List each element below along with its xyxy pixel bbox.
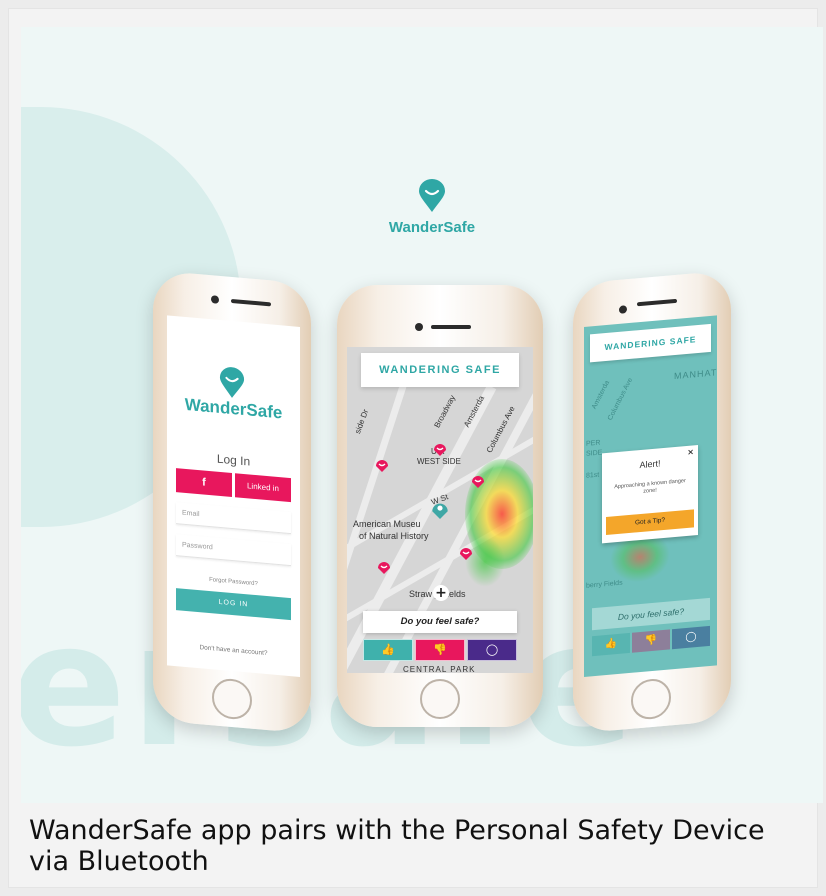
danger-marker-icon[interactable]: [433, 441, 447, 457]
thumbs-down-icon: 👎: [433, 643, 447, 656]
home-button: [420, 679, 460, 719]
map-neighborhood-label: SIDE: [586, 449, 603, 458]
home-button: [212, 677, 252, 721]
login-screen: WanderSafe Log In f Linked in Email Pass…: [167, 315, 300, 677]
thumbs-up-button[interactable]: 👍: [592, 632, 630, 657]
danger-marker-icon[interactable]: [377, 559, 391, 575]
front-camera: [619, 305, 627, 314]
location-pin-icon: [219, 367, 245, 398]
map-place-label: berry Fields: [586, 579, 623, 590]
thumbs-down-icon: 👎: [644, 634, 658, 647]
thumbs-down-button[interactable]: 👎: [415, 639, 465, 661]
thumbs-down-button[interactable]: 👎: [632, 629, 670, 653]
front-camera: [211, 295, 219, 304]
map-place-label: American Museu: [353, 519, 421, 529]
map-street-label: Amsterda: [590, 379, 612, 411]
comment-button[interactable]: ◯: [467, 639, 517, 661]
danger-marker-icon[interactable]: [459, 545, 473, 561]
location-pin-icon: [419, 179, 445, 212]
add-report-button[interactable]: +: [433, 585, 449, 601]
map-neighborhood-label: WEST SIDE: [417, 457, 461, 466]
brand-logo: WanderSafe: [377, 179, 487, 236]
thumbs-up-button[interactable]: 👍: [363, 639, 413, 661]
brand-name: WanderSafe: [388, 219, 476, 236]
background-word: ersafe: [21, 587, 640, 785]
login-button[interactable]: LOG IN: [176, 588, 291, 621]
map-place-label: of Natural History: [359, 531, 429, 541]
map-screen: WANDERING SAFE Broadway Amsterda Columbu…: [347, 347, 533, 673]
phone-alert: WANDERING SAFE MANHAT Amsterda Columbus …: [573, 270, 731, 734]
alert-title: Alert!: [639, 458, 661, 471]
hero-image: ersafe WanderSafe WanderSafe Log In f Li…: [21, 27, 823, 803]
speaker-grille: [231, 298, 271, 307]
thumbs-up-icon: 👍: [381, 643, 395, 656]
password-field[interactable]: Password: [176, 534, 291, 567]
speaker-grille: [637, 298, 677, 307]
phone-login: WanderSafe Log In f Linked in Email Pass…: [153, 270, 311, 734]
map-street-label: Columbus Ave: [606, 377, 635, 422]
feel-safe-prompt: Do you feel safe?: [363, 611, 517, 633]
got-a-tip-button[interactable]: Got a Tip?: [606, 509, 694, 536]
linkedin-login-button[interactable]: Linked in: [235, 473, 291, 503]
comment-button[interactable]: ◯: [672, 625, 710, 650]
danger-marker-icon[interactable]: [375, 457, 389, 473]
map-street-label: 81st: [586, 471, 600, 480]
alert-message: Approaching a known danger zone!: [614, 478, 686, 495]
map-app-title: WANDERING SAFE: [361, 353, 519, 387]
map-app-title: WANDERING SAFE: [590, 323, 711, 363]
alert-screen: WANDERING SAFE MANHAT Amsterda Columbus …: [584, 315, 717, 677]
feel-safe-prompt: Do you feel safe?: [592, 597, 710, 631]
speaker-grille: [431, 325, 471, 329]
map-area-label: MANHAT: [674, 367, 717, 382]
comment-icon: ◯: [685, 631, 697, 644]
image-caption: WanderSafe app pairs with the Personal S…: [29, 815, 765, 877]
home-button: [631, 677, 671, 721]
facebook-login-button[interactable]: f: [176, 468, 232, 497]
email-field[interactable]: Email: [176, 502, 291, 535]
thumbs-up-icon: 👍: [604, 638, 618, 651]
map-neighborhood-label: PER: [586, 439, 601, 448]
signup-link[interactable]: Don't have an account?: [167, 641, 300, 660]
front-camera: [415, 323, 423, 331]
image-card: ersafe WanderSafe WanderSafe Log In f Li…: [8, 8, 823, 888]
map-area-label: CENTRAL PARK: [403, 665, 476, 673]
comment-icon: ◯: [485, 643, 499, 656]
current-location-pin-icon[interactable]: [431, 499, 449, 521]
danger-marker-icon[interactable]: [471, 473, 485, 489]
alert-dialog: × Alert! Approaching a known danger zone…: [602, 444, 698, 544]
phone-map: WANDERING SAFE Broadway Amsterda Columbu…: [337, 285, 543, 727]
